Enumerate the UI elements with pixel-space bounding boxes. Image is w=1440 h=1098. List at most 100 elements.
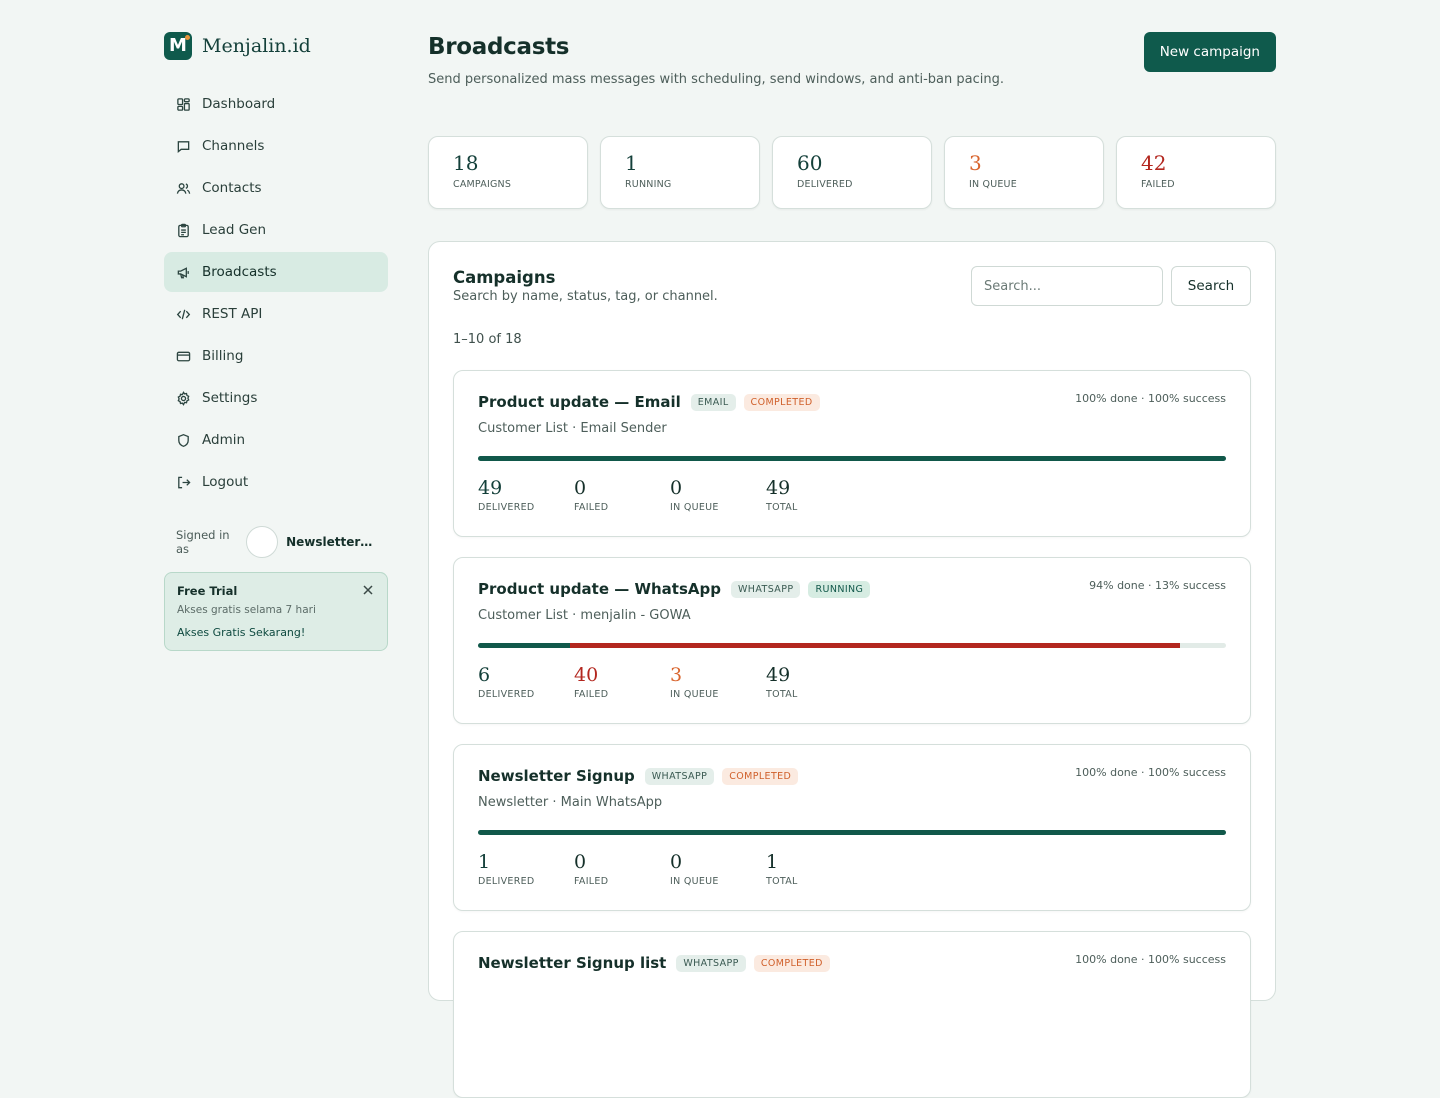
campaign-progress-summary: 94% done · 13% success [1089, 579, 1226, 592]
stat-label: DELIVERED [478, 502, 535, 513]
stat-delivered: 6 DELIVERED [478, 664, 574, 700]
stat-in-queue: 0 IN QUEUE [670, 477, 766, 513]
page-subtitle: Send personalized mass messages with sch… [428, 72, 1004, 87]
signed-in-name: Newsletter U... [286, 535, 376, 549]
sidebar-item-label: Broadcasts [202, 264, 277, 280]
stat-label: CAMPAIGNS [453, 179, 512, 190]
campaign-stats: 1 DELIVERED 0 FAILED 0 IN QUEUE 1 TOTAL [478, 851, 1226, 887]
campaign-progress-summary: 100% done · 100% success [1075, 392, 1226, 405]
sidebar-item-label: Contacts [202, 180, 262, 196]
sidebar-item-lead-gen[interactable]: Lead Gen [164, 210, 388, 250]
search-button[interactable]: Search [1171, 266, 1251, 306]
stat-value: 0 [670, 477, 683, 499]
sidebar-item-dashboard[interactable]: Dashboard [164, 84, 388, 124]
sidebar-item-rest-api[interactable]: REST API [164, 294, 388, 334]
sidebar-item-contacts[interactable]: Contacts [164, 168, 388, 208]
new-campaign-button[interactable]: New campaign [1143, 32, 1276, 72]
stat-failed: 0 FAILED [574, 477, 670, 513]
sidebar-item-label: REST API [202, 306, 263, 322]
sidebar-item-label: Settings [202, 390, 258, 406]
stat-value: 1 [625, 151, 638, 175]
stat-card-failed: 42 FAILED [1116, 136, 1276, 209]
trial-title: Free Trial [177, 584, 238, 598]
sidebar-item-settings[interactable]: Settings [164, 378, 388, 418]
stat-label: IN QUEUE [969, 179, 1017, 190]
sidebar-item-label: Admin [202, 432, 246, 448]
channel-badge: WHATSAPP [644, 767, 715, 785]
stat-label: RUNNING [625, 179, 672, 190]
dashboard-icon [177, 97, 190, 111]
stat-failed: 40 FAILED [574, 664, 670, 700]
sidebar-item-billing[interactable]: Billing [164, 336, 388, 376]
sidebar-item-label: Billing [202, 348, 244, 364]
clipboard-icon [178, 223, 189, 237]
avatar[interactable] [246, 526, 279, 558]
brand[interactable]: M Menjalin.id [164, 30, 388, 62]
campaign-source: Newsletter · Main WhatsApp [478, 795, 663, 810]
stat-card-campaigns: 18 CAMPAIGNS [428, 136, 588, 209]
stat-value: 49 [766, 664, 791, 686]
campaign-card[interactable]: Product update — WhatsApp WHATSAPP RUNNI… [453, 557, 1251, 724]
stat-label: FAILED [574, 502, 609, 513]
stat-total: 1 TOTAL [766, 851, 862, 887]
stat-failed: 0 FAILED [574, 851, 670, 887]
sidebar-item-admin[interactable]: Admin [164, 420, 388, 460]
stat-delivered: 49 DELIVERED [478, 477, 574, 513]
status-badge: RUNNING [808, 580, 871, 598]
stat-value: 0 [574, 851, 587, 873]
campaign-name: Product update — WhatsApp [478, 580, 721, 598]
status-badge: COMPLETED [722, 767, 799, 785]
pagination-summary: 1–10 of 18 [453, 332, 522, 347]
sidebar-item-label: Dashboard [202, 96, 276, 112]
stat-value: 0 [574, 477, 587, 499]
stat-value: 3 [670, 664, 683, 686]
stat-label: FAILED [574, 876, 609, 887]
trial-subtitle: Akses gratis selama 7 hari [177, 604, 316, 616]
trial-cta-link[interactable]: Akses Gratis Sekarang! [177, 626, 375, 639]
stat-value: 42 [1141, 151, 1167, 175]
campaign-card[interactable]: Product update — Email EMAIL COMPLETED 1… [453, 370, 1251, 537]
stat-card-running: 1 RUNNING [600, 136, 760, 209]
users-icon [176, 182, 191, 194]
close-icon[interactable] [361, 583, 375, 597]
gear-icon [177, 390, 190, 406]
stats-row: 18 CAMPAIGNS 1 RUNNING 60 DELIVERED 3 IN… [428, 136, 1276, 209]
logo-dot [185, 35, 190, 40]
progress-delivered [478, 830, 1226, 835]
stat-label: FAILED [574, 689, 609, 700]
signed-in-row: Signed in as Newsletter U... [164, 526, 388, 558]
sidebar-item-channels[interactable]: Channels [164, 126, 388, 166]
stat-card-delivered: 60 DELIVERED [772, 136, 932, 209]
stat-delivered: 1 DELIVERED [478, 851, 574, 887]
progress-bar [478, 456, 1226, 461]
search-input[interactable] [971, 266, 1163, 306]
campaign-source: Customer List · Email Sender [478, 421, 667, 436]
stat-value: 49 [478, 477, 503, 499]
campaigns-panel: Campaigns Search by name, status, tag, o… [428, 241, 1276, 1098]
sidebar: M Menjalin.id Dashboard Channels Contact… [164, 30, 388, 651]
stat-value: 1 [478, 851, 491, 873]
campaign-name: Product update — Email [478, 393, 681, 411]
sidebar-item-broadcasts[interactable]: Broadcasts [164, 252, 388, 292]
sidebar-item-logout[interactable]: Logout [164, 462, 388, 502]
campaign-stats: 49 DELIVERED 0 FAILED 0 IN QUEUE 49 TOTAL [478, 477, 1226, 513]
progress-delivered [478, 643, 570, 648]
megaphone-icon [177, 266, 189, 278]
stat-card-in-queue: 3 IN QUEUE [944, 136, 1104, 209]
shield-icon [178, 433, 189, 447]
stat-label: DELIVERED [478, 876, 535, 887]
channel-badge: EMAIL [690, 393, 736, 411]
stat-value: 0 [670, 851, 683, 873]
stat-total: 49 TOTAL [766, 477, 862, 513]
chat-icon [177, 140, 190, 153]
campaign-progress-summary: 100% done · 100% success [1075, 766, 1226, 779]
card-icon [176, 351, 191, 361]
campaign-name: Newsletter Signup list [478, 954, 667, 972]
campaign-name: Newsletter Signup [478, 767, 635, 785]
progress-bar [478, 643, 1226, 648]
logout-icon [178, 476, 191, 488]
campaign-card[interactable]: Newsletter Signup list WHATSAPP COMPLETE… [453, 931, 1251, 1098]
campaign-source: Customer List · menjalin - GOWA [478, 608, 691, 623]
stat-label: IN QUEUE [670, 689, 719, 700]
campaign-card[interactable]: Newsletter Signup WHATSAPP COMPLETED 100… [453, 744, 1251, 911]
